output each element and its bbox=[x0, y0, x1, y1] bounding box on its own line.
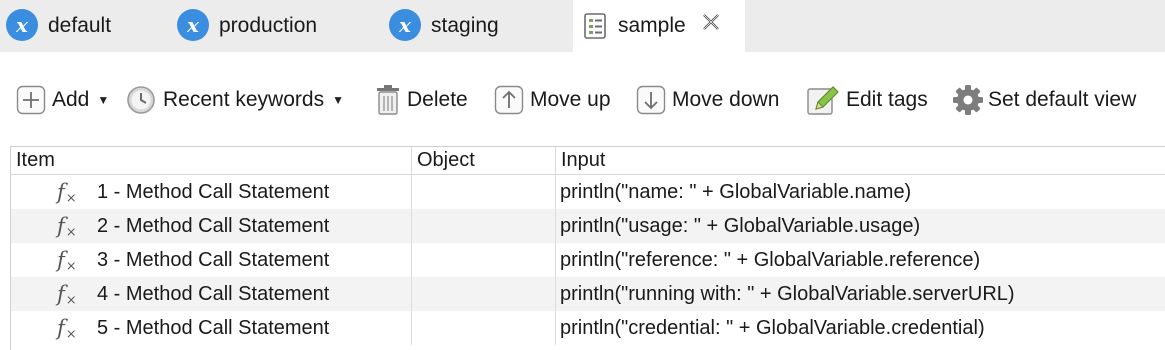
chevron-down-icon[interactable]: ▼ bbox=[97, 93, 109, 107]
item-label: 4 - Method Call Statement bbox=[97, 283, 330, 305]
recent-keywords-button[interactable]: Recent keywords ▼ bbox=[125, 82, 344, 118]
editor-tab-bar: x default x production x staging sample bbox=[0, 0, 1165, 52]
item-cell[interactable]: f× 5 - Method Call Statement bbox=[11, 311, 411, 345]
item-label: 2 - Method Call Statement bbox=[97, 215, 330, 237]
item-cell[interactable]: f× 1 - Method Call Statement bbox=[11, 175, 411, 209]
function-icon: f× bbox=[57, 214, 77, 240]
set-default-view-button[interactable]: Set default view bbox=[952, 82, 1136, 118]
pencil-edit-icon bbox=[806, 83, 840, 117]
table-row[interactable]: f× 4 - Method Call Statement println("ru… bbox=[11, 277, 1165, 311]
tab-staging[interactable]: x staging bbox=[389, 0, 499, 52]
move-up-button[interactable]: Move up bbox=[494, 82, 611, 118]
column-header-input[interactable]: Input bbox=[555, 147, 1165, 174]
input-cell[interactable]: println("running with: " + GlobalVariabl… bbox=[555, 277, 1165, 311]
edit-tags-label: Edit tags bbox=[846, 88, 928, 111]
tab-production[interactable]: x production bbox=[177, 0, 317, 52]
tab-label: default bbox=[48, 14, 112, 37]
column-header-item[interactable]: Item bbox=[11, 147, 411, 174]
gear-icon bbox=[952, 84, 984, 116]
object-cell[interactable] bbox=[411, 209, 555, 243]
test-steps-table: Item Object Input f× 1 - Method Call Sta… bbox=[10, 146, 1165, 350]
object-cell[interactable] bbox=[411, 175, 555, 209]
column-header-object[interactable]: Object bbox=[411, 147, 555, 174]
input-cell[interactable]: println("reference: " + GlobalVariable.r… bbox=[555, 243, 1165, 277]
function-icon: f× bbox=[57, 248, 77, 274]
input-cell[interactable]: println("name: " + GlobalVariable.name) bbox=[555, 175, 1165, 209]
function-icon: f× bbox=[57, 316, 77, 342]
trash-icon bbox=[375, 84, 401, 116]
object-cell[interactable] bbox=[411, 243, 555, 277]
item-label: 5 - Method Call Statement bbox=[97, 317, 330, 339]
table-row[interactable]: f× 5 - Method Call Statement println("cr… bbox=[11, 311, 1165, 345]
add-button[interactable]: Add ▼ bbox=[16, 82, 109, 118]
item-label: 3 - Method Call Statement bbox=[97, 249, 330, 271]
profile-x-icon: x bbox=[177, 9, 209, 41]
history-clock-icon bbox=[125, 84, 157, 116]
close-icon[interactable] bbox=[700, 11, 722, 39]
function-icon: f× bbox=[57, 180, 77, 206]
object-cell[interactable] bbox=[411, 277, 555, 311]
tab-default[interactable]: x default bbox=[6, 0, 111, 52]
profile-x-icon: x bbox=[6, 9, 38, 41]
chevron-down-icon[interactable]: ▼ bbox=[332, 93, 344, 107]
delete-label: Delete bbox=[407, 88, 468, 111]
function-icon: f× bbox=[57, 282, 77, 308]
item-cell[interactable]: f× 4 - Method Call Statement bbox=[11, 277, 411, 311]
table-row[interactable]: f× 1 - Method Call Statement println("na… bbox=[11, 175, 1165, 209]
move-down-button[interactable]: Move down bbox=[636, 82, 779, 118]
item-cell[interactable]: f× 3 - Method Call Statement bbox=[11, 243, 411, 277]
table-header: Item Object Input bbox=[11, 147, 1165, 175]
tab-label: production bbox=[219, 14, 318, 37]
add-label: Add bbox=[52, 88, 90, 111]
plus-icon bbox=[16, 85, 46, 115]
object-cell[interactable] bbox=[411, 311, 555, 345]
profile-x-icon: x bbox=[389, 9, 421, 41]
set-default-view-label: Set default view bbox=[988, 88, 1137, 111]
tab-label: staging bbox=[431, 14, 499, 37]
delete-button[interactable]: Delete bbox=[375, 82, 468, 118]
test-suite-icon bbox=[582, 12, 608, 40]
edit-tags-button[interactable]: Edit tags bbox=[806, 82, 928, 118]
item-label: 1 - Method Call Statement bbox=[97, 181, 330, 203]
move-down-label: Move down bbox=[672, 88, 780, 111]
arrow-down-icon bbox=[636, 85, 666, 115]
arrow-up-icon bbox=[494, 85, 524, 115]
table-row[interactable]: f× 3 - Method Call Statement println("re… bbox=[11, 243, 1165, 277]
item-cell[interactable]: f× 2 - Method Call Statement bbox=[11, 209, 411, 243]
recent-keywords-label: Recent keywords bbox=[163, 88, 325, 111]
input-cell[interactable]: println("usage: " + GlobalVariable.usage… bbox=[555, 209, 1165, 243]
move-up-label: Move up bbox=[530, 88, 611, 111]
table-row[interactable]: f× 2 - Method Call Statement println("us… bbox=[11, 209, 1165, 243]
input-cell[interactable]: println("credential: " + GlobalVariable.… bbox=[555, 311, 1165, 345]
keyword-toolbar: Add ▼ Recent keywords ▼ Delete Move up M… bbox=[0, 52, 1165, 146]
tab-label: sample bbox=[618, 14, 686, 37]
tab-sample[interactable]: sample bbox=[573, 0, 745, 52]
